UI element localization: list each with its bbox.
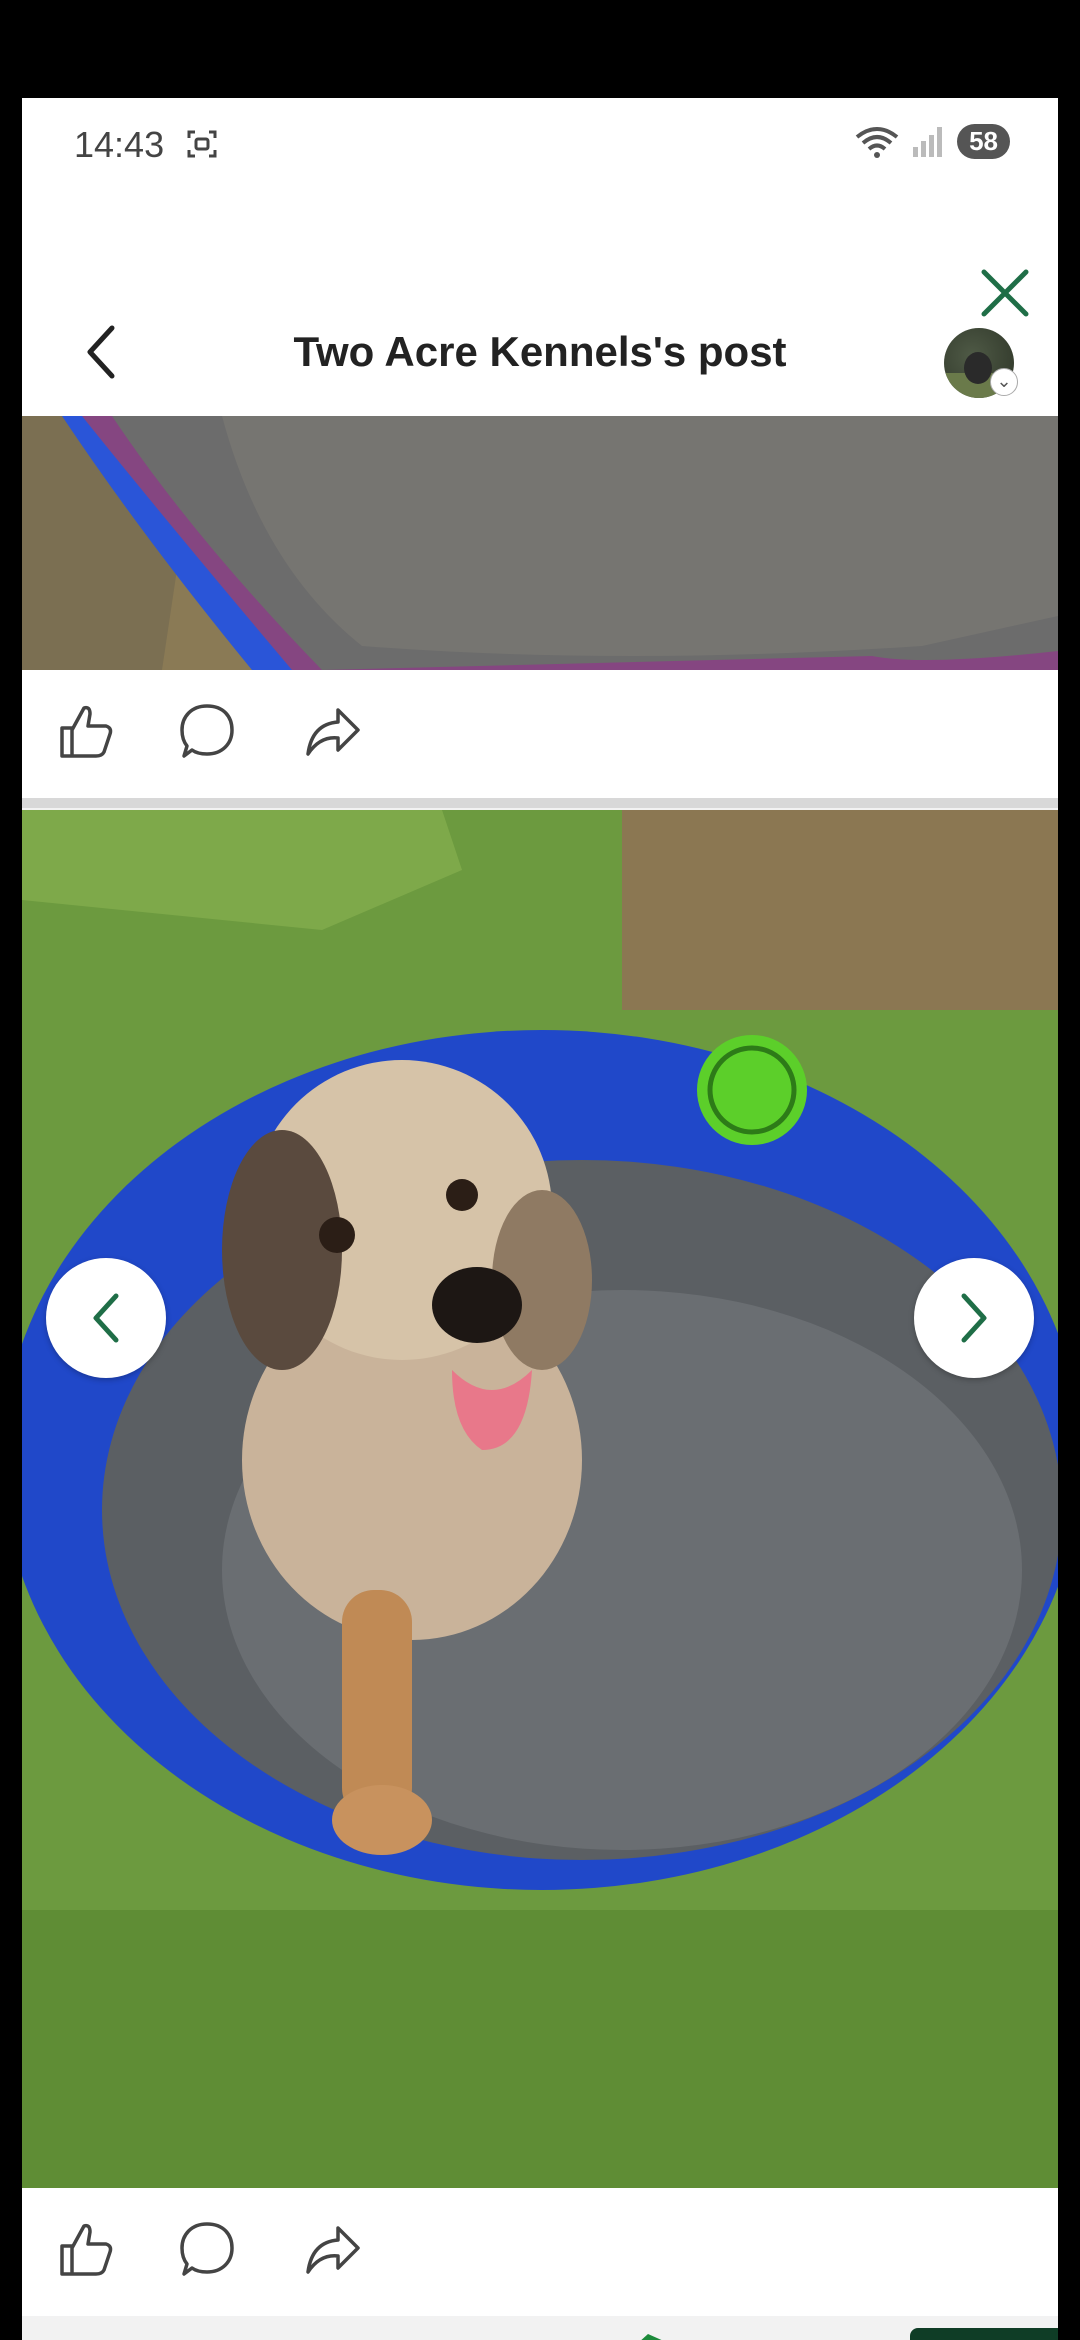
like-icon[interactable] — [54, 2218, 116, 2280]
post-actions-2 — [22, 2188, 1058, 2316]
comment-icon[interactable] — [176, 700, 238, 762]
share-icon[interactable] — [302, 700, 364, 762]
next-image-button[interactable] — [914, 1258, 1034, 1378]
close-icon[interactable] — [974, 262, 1036, 324]
status-right: 58 — [855, 124, 1010, 159]
post-image[interactable] — [22, 810, 1058, 2188]
top-black-bar — [0, 0, 1080, 98]
post-image-previous — [22, 416, 1058, 670]
divider — [22, 798, 1058, 808]
image-counter: 1 / 8 — [910, 2328, 1058, 2340]
comment-icon[interactable] — [176, 2218, 238, 2280]
post-actions-1 — [22, 670, 1058, 798]
chevron-right-icon — [961, 1293, 987, 1343]
wifi-icon — [855, 126, 899, 158]
battery-indicator: 58 — [957, 124, 1010, 159]
post-header: Two Acre Kennels's post ⌄ — [22, 194, 1058, 416]
page-title: Two Acre Kennels's post — [293, 328, 787, 375]
pet-logo-icon — [641, 2334, 662, 2340]
like-icon[interactable] — [54, 700, 116, 762]
app-frame: 14:43 58 Two Acre Kennels's post ⌄ — [22, 98, 1058, 2340]
previous-image-button[interactable] — [46, 1258, 166, 1378]
chevron-down-icon[interactable]: ⌄ — [990, 368, 1018, 396]
chevron-left-icon — [93, 1293, 119, 1343]
signal-icon — [913, 126, 943, 157]
share-icon[interactable] — [302, 2218, 364, 2280]
screenshot-icon — [187, 130, 217, 158]
status-bar: 14:43 58 — [22, 98, 1058, 194]
status-time: 14:43 — [74, 124, 165, 165]
